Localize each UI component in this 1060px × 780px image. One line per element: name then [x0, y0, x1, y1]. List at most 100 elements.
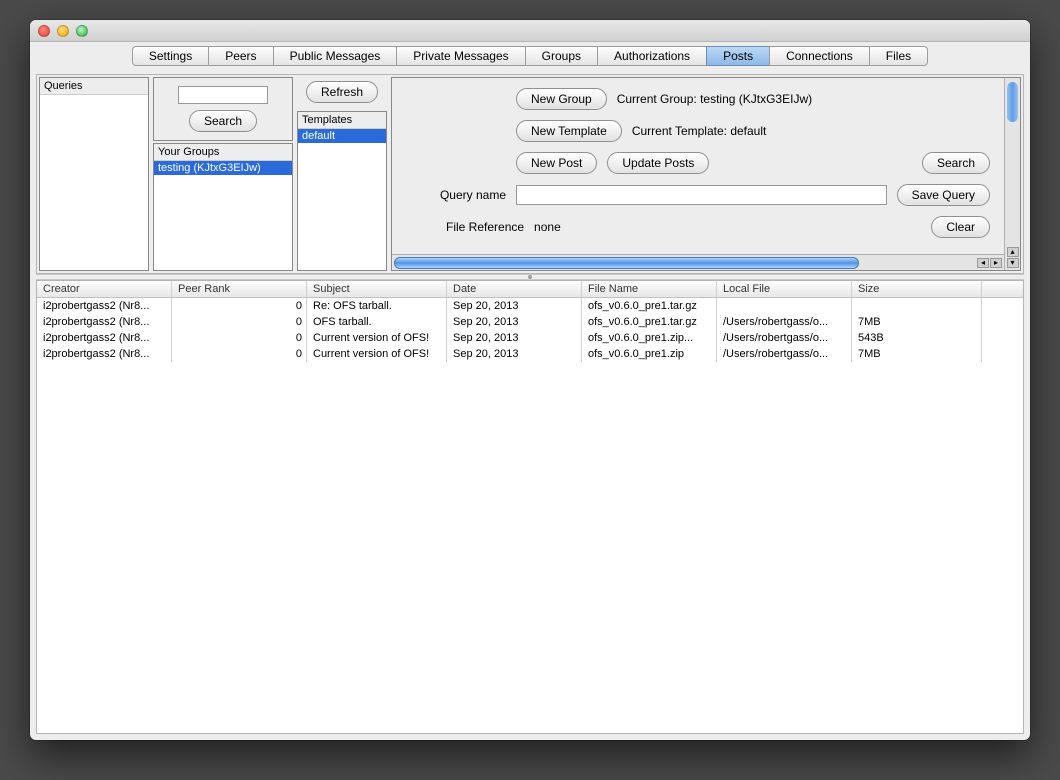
- tab-authorizations[interactable]: Authorizations: [597, 46, 707, 66]
- cell-date: Sep 20, 2013: [447, 330, 582, 346]
- cell-creator: i2probertgass2 (Nr8...: [37, 314, 172, 330]
- titlebar: [30, 20, 1030, 42]
- col-peer-rank[interactable]: Peer Rank: [172, 281, 307, 297]
- table-body[interactable]: i2probertgass2 (Nr8...0Re: OFS tarball.S…: [37, 298, 1023, 733]
- main-panel-body: New Group Current Group: testing (KJtxG3…: [392, 78, 1004, 270]
- cell-local: /Users/robertgass/o...: [717, 314, 852, 330]
- scroll-right-icon[interactable]: ▸: [990, 258, 1002, 268]
- templates-panel: Refresh Templates default: [297, 77, 387, 271]
- query-name-input[interactable]: [516, 185, 887, 205]
- scroll-left-icon[interactable]: ◂: [977, 258, 989, 268]
- cell-date: Sep 20, 2013: [447, 298, 582, 314]
- cell-local: /Users/robertgass/o...: [717, 330, 852, 346]
- groups-panel: Search Your Groups testing (KJtxG3EIJw): [153, 77, 293, 271]
- content-area: Queries Search Your Groups testing (KJtx…: [30, 68, 1030, 740]
- close-icon[interactable]: [38, 25, 50, 37]
- tab-groups[interactable]: Groups: [525, 46, 598, 66]
- cell-file: ofs_v0.6.0_pre1.tar.gz: [582, 298, 717, 314]
- cell-creator: i2probertgass2 (Nr8...: [37, 298, 172, 314]
- table-header: Creator Peer Rank Subject Date File Name…: [37, 281, 1023, 298]
- group-item-testing[interactable]: testing (KJtxG3EIJw): [154, 161, 292, 175]
- cell-rank: 0: [172, 346, 307, 362]
- templates-header: Templates: [298, 112, 386, 129]
- col-subject[interactable]: Subject: [307, 281, 447, 297]
- table-row[interactable]: i2probertgass2 (Nr8...0Re: OFS tarball.S…: [37, 298, 1023, 314]
- update-posts-button[interactable]: Update Posts: [607, 152, 709, 174]
- tab-peers[interactable]: Peers: [208, 46, 273, 66]
- col-file-name[interactable]: File Name: [582, 281, 717, 297]
- cell-size: 543B: [852, 330, 982, 346]
- refresh-button[interactable]: Refresh: [306, 81, 378, 103]
- queries-panel: Queries: [39, 77, 149, 271]
- horizontal-scroll-thumb[interactable]: [394, 257, 859, 269]
- zoom-icon[interactable]: [76, 25, 88, 37]
- tab-private-messages[interactable]: Private Messages: [396, 46, 525, 66]
- posts-table: Creator Peer Rank Subject Date File Name…: [36, 280, 1024, 734]
- cell-subject: Current version of OFS!: [307, 330, 447, 346]
- cell-rank: 0: [172, 314, 307, 330]
- table-row[interactable]: i2probertgass2 (Nr8...0Current version o…: [37, 330, 1023, 346]
- vertical-scrollbar[interactable]: ▴ ▾: [1004, 78, 1020, 270]
- cell-size: [852, 298, 982, 314]
- current-group-label: Current Group: testing (KJtxG3EIJw): [617, 92, 812, 106]
- templates-box: Templates default: [297, 111, 387, 271]
- group-search-button[interactable]: Search: [189, 110, 257, 132]
- group-search-input[interactable]: [178, 86, 268, 104]
- upper-panels: Queries Search Your Groups testing (KJtx…: [36, 74, 1024, 274]
- tab-posts[interactable]: Posts: [706, 46, 770, 66]
- cell-size: 7MB: [852, 314, 982, 330]
- cell-local: [717, 298, 852, 314]
- col-creator[interactable]: Creator: [37, 281, 172, 297]
- cell-file: ofs_v0.6.0_pre1.zip: [582, 346, 717, 362]
- template-item-default[interactable]: default: [298, 129, 386, 143]
- table-row[interactable]: i2probertgass2 (Nr8...0OFS tarball.Sep 2…: [37, 314, 1023, 330]
- new-post-button[interactable]: New Post: [516, 152, 597, 174]
- horizontal-scrollbar[interactable]: ◂ ▸: [392, 254, 1004, 270]
- cell-creator: i2probertgass2 (Nr8...: [37, 346, 172, 362]
- minimize-icon[interactable]: [57, 25, 69, 37]
- scroll-up-icon[interactable]: ▴: [1007, 247, 1019, 257]
- cell-file: ofs_v0.6.0_pre1.tar.gz: [582, 314, 717, 330]
- groups-search-box: Search: [153, 77, 293, 141]
- cell-subject: OFS tarball.: [307, 314, 447, 330]
- queries-list[interactable]: [40, 95, 148, 270]
- tab-files[interactable]: Files: [869, 46, 928, 66]
- save-query-button[interactable]: Save Query: [897, 184, 990, 206]
- file-reference-value: none: [534, 220, 561, 234]
- vertical-scroll-thumb[interactable]: [1007, 82, 1018, 122]
- cell-creator: i2probertgass2 (Nr8...: [37, 330, 172, 346]
- your-groups-header: Your Groups: [154, 144, 292, 161]
- cell-file: ofs_v0.6.0_pre1.zip...: [582, 330, 717, 346]
- templates-list[interactable]: default: [298, 129, 386, 270]
- cell-date: Sep 20, 2013: [447, 346, 582, 362]
- your-groups-list[interactable]: testing (KJtxG3EIJw): [154, 161, 292, 270]
- col-date[interactable]: Date: [447, 281, 582, 297]
- main-panel: New Group Current Group: testing (KJtxG3…: [391, 77, 1021, 271]
- app-window: Settings Peers Public Messages Private M…: [30, 20, 1030, 740]
- cell-rank: 0: [172, 298, 307, 314]
- cell-date: Sep 20, 2013: [447, 314, 582, 330]
- current-template-label: Current Template: default: [632, 124, 767, 138]
- clear-button[interactable]: Clear: [931, 216, 990, 238]
- cell-rank: 0: [172, 330, 307, 346]
- cell-size: 7MB: [852, 346, 982, 362]
- cell-local: /Users/robertgass/o...: [717, 346, 852, 362]
- cell-subject: Current version of OFS!: [307, 346, 447, 362]
- scroll-down-icon[interactable]: ▾: [1007, 258, 1019, 268]
- col-local-file[interactable]: Local File: [717, 281, 852, 297]
- search-button[interactable]: Search: [922, 152, 990, 174]
- query-name-label: Query name: [406, 188, 506, 202]
- cell-subject: Re: OFS tarball.: [307, 298, 447, 314]
- tab-connections[interactable]: Connections: [769, 46, 870, 66]
- tab-bar: Settings Peers Public Messages Private M…: [30, 42, 1030, 68]
- traffic-lights: [38, 25, 88, 37]
- file-reference-label: File Reference: [446, 220, 524, 234]
- queries-header: Queries: [40, 78, 148, 95]
- new-template-button[interactable]: New Template: [516, 120, 622, 142]
- tab-settings[interactable]: Settings: [132, 46, 209, 66]
- table-row[interactable]: i2probertgass2 (Nr8...0Current version o…: [37, 346, 1023, 362]
- col-size[interactable]: Size: [852, 281, 982, 297]
- new-group-button[interactable]: New Group: [516, 88, 607, 110]
- your-groups-box: Your Groups testing (KJtxG3EIJw): [153, 143, 293, 271]
- tab-public-messages[interactable]: Public Messages: [273, 46, 398, 66]
